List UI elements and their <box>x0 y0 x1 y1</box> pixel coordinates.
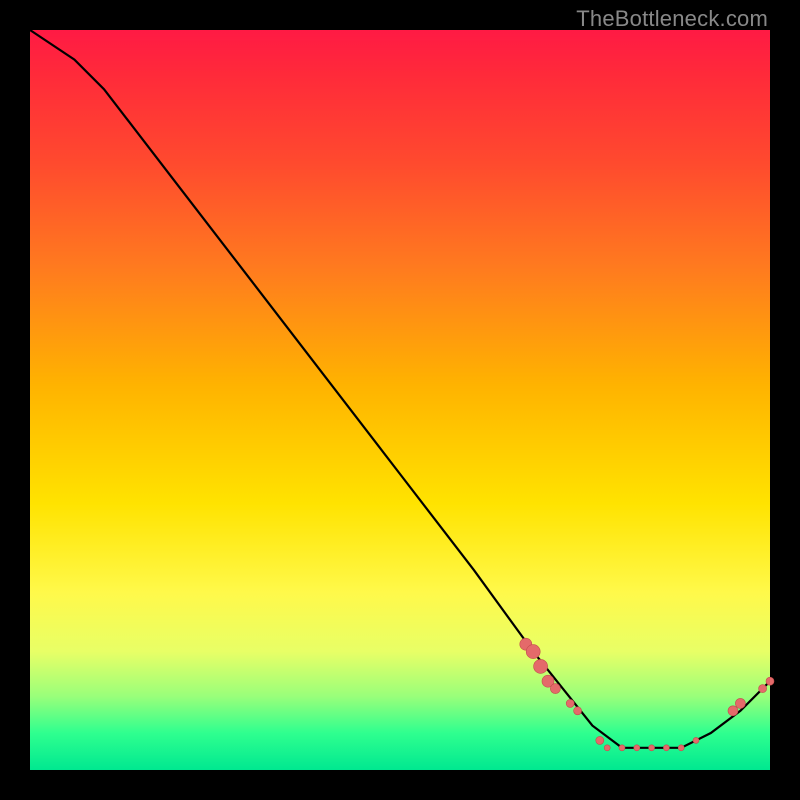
curve-marker <box>693 737 699 743</box>
curve-marker <box>604 745 610 751</box>
curve-marker <box>649 745 655 751</box>
curve-marker <box>534 659 548 673</box>
curve-markers <box>520 638 774 751</box>
curve-marker <box>759 685 767 693</box>
curve-marker <box>574 707 582 715</box>
watermark-text: TheBottleneck.com <box>576 6 768 32</box>
plot-area <box>30 30 770 770</box>
chart-frame: TheBottleneck.com <box>0 0 800 800</box>
curve-marker <box>619 745 625 751</box>
curve-marker <box>678 745 684 751</box>
curve-marker <box>526 645 540 659</box>
curve-marker <box>634 745 640 751</box>
curve-marker <box>550 684 560 694</box>
curve-marker <box>766 677 774 685</box>
curve-marker <box>663 745 669 751</box>
bottleneck-curve <box>30 30 770 748</box>
curve-marker <box>596 736 604 744</box>
curve-marker <box>566 699 574 707</box>
curve-marker <box>728 706 738 716</box>
curve-svg <box>30 30 770 770</box>
curve-marker <box>735 698 745 708</box>
